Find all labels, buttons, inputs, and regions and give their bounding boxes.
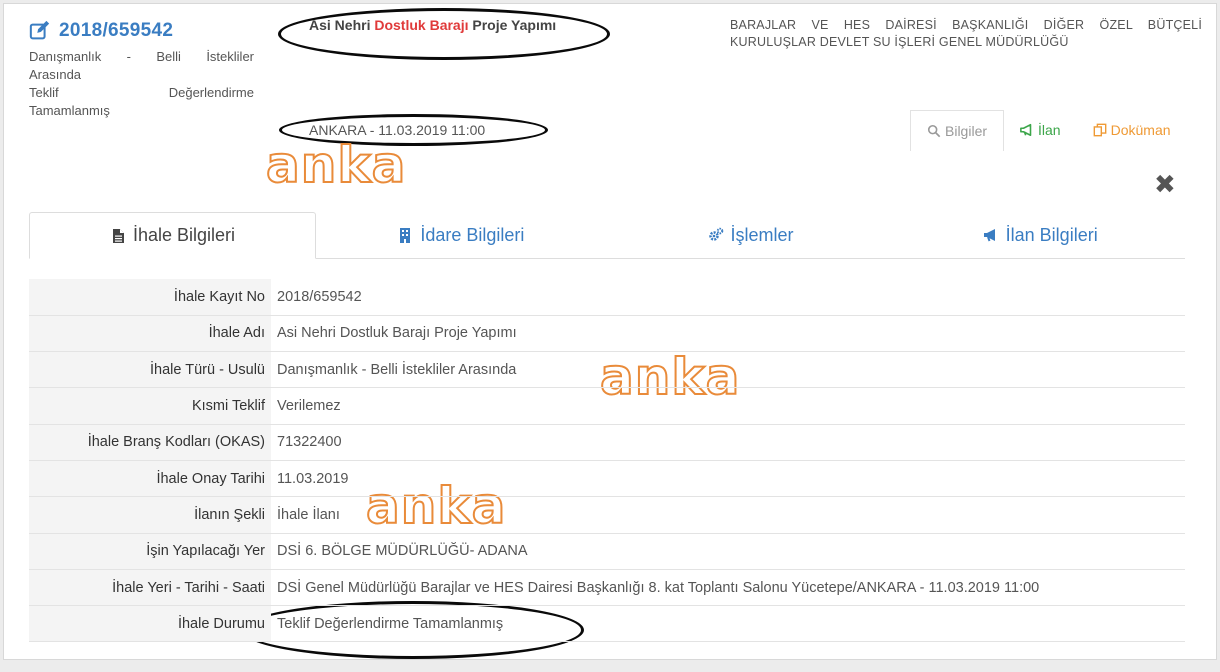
cogs-icon (708, 227, 723, 241)
row-value: 71322400 (277, 434, 342, 451)
annotation-ellipse (278, 8, 610, 60)
bullhorn-icon (983, 229, 995, 242)
tender-detail-tabs: İhale Bilgileri İdare Bilgileri İşlemler… (29, 212, 1185, 259)
row-value: İhale İlanı (277, 506, 340, 523)
registration-number[interactable]: 2018/659542 (59, 20, 173, 42)
tab-islemler[interactable]: İşlemler (606, 212, 896, 258)
mini-tab-dokuman-label: Doküman (1110, 122, 1171, 138)
table-row: İhale Türü - Usulü Danışmanlık - Belli İs… (29, 351, 1185, 388)
detail-mini-tabs: Bilgiler İlan Doküman (910, 110, 1187, 151)
tab-islemler-label: İşlemler (730, 224, 794, 245)
table-row: İhale Branş Kodları (OKAS) 71322400 (29, 424, 1185, 461)
header-summary: 2018/659542 Danışmanlık - Belli İsteklil… (29, 20, 254, 120)
row-key: İhale Yeri - Tarihi - Saati (29, 569, 271, 606)
row-key: İlanın Şekli (29, 496, 271, 534)
row-value: 2018/659542 (277, 288, 362, 305)
tender-card: 2018/659542 Danışmanlık - Belli İsteklil… (3, 3, 1217, 660)
row-key: İhale Kayıt No (29, 279, 271, 316)
tab-ihale-bilgileri[interactable]: İhale Bilgileri (29, 212, 316, 259)
tab-ihale-bilgileri-label: İhale Bilgileri (132, 225, 236, 245)
table-row: İhale Adı Asi Nehri Dostluk Barajı Proje … (29, 315, 1185, 352)
tab-idare-bilgileri[interactable]: İdare Bilgileri (316, 212, 606, 258)
administration-name: BARAJLAR VE HES DAİRESİ BAŞKANLIĞI DİĞER… (730, 18, 1202, 49)
row-key: Kısmi Teklif (29, 387, 271, 425)
file-icon (112, 228, 124, 243)
tender-type-line1: Danışmanlık - Belli İstekliler (29, 49, 254, 64)
tender-type-line2: Arasında (29, 67, 82, 82)
tab-idare-bilgileri-label: İdare Bilgileri (420, 224, 525, 245)
close-icon[interactable]: ✖ (1154, 171, 1176, 197)
tab-ilan-bilgileri[interactable]: İlan Bilgileri (895, 212, 1185, 258)
row-value: DSİ Genel Müdürlüğü Barajlar ve HES Dair… (277, 579, 1040, 596)
row-key: İhale Adı (29, 315, 271, 352)
table-row: Kısmi Teklif Verilemez (29, 387, 1185, 425)
row-value: Danışmanlık - Belli İstekliler Arasında (277, 361, 517, 378)
edit-icon[interactable] (29, 20, 51, 42)
row-key: İhale Durumu (29, 605, 271, 642)
row-key: İşin Yapılacağı Yer (29, 533, 271, 570)
tender-status-line1: Teklif Değerlendirme (29, 85, 254, 100)
table-row: İhale Durumu Teklif Değerlendirme Tamamla… (29, 605, 1185, 642)
row-key: İhale Türü - Usulü (29, 351, 271, 388)
tender-status-line2: Tamamlanmış (29, 103, 110, 118)
mini-tab-ilan[interactable]: İlan (1004, 110, 1077, 150)
watermark: anka (265, 136, 407, 194)
table-row: İhale Yeri - Tarihi - Saati DSİ Genel Müd… (29, 569, 1185, 606)
table-row: İhale Kayıt No 2018/659542 (29, 279, 1185, 316)
row-value: Asi Nehri Dostluk Barajı Proje Yapımı (277, 325, 517, 342)
mini-tab-bilgiler[interactable]: Bilgiler (910, 110, 1005, 151)
table-row: İhale Onay Tarihi 11.03.2019 (29, 460, 1185, 497)
row-value: 11.03.2019 (277, 470, 349, 487)
table-row: İşin Yapılacağı Yer DSİ 6. BÖLGE MÜDÜRLÜĞ… (29, 533, 1185, 570)
building-icon (400, 228, 411, 243)
search-icon (927, 124, 941, 138)
row-value: Teklif Değerlendirme Tamamlanmış (277, 615, 504, 632)
row-key: İhale Onay Tarihi (29, 460, 271, 497)
copy-icon (1093, 123, 1106, 137)
row-key: İhale Branş Kodları (OKAS) (29, 424, 271, 461)
bullhorn-icon (1020, 123, 1032, 137)
tab-ilan-bilgileri-label: İlan Bilgileri (1005, 224, 1098, 245)
table-row: İlanın Şekli İhale İlanı (29, 496, 1185, 534)
mini-tab-bilgiler-label: Bilgiler (945, 123, 988, 139)
mini-tab-dokuman[interactable]: Doküman (1077, 110, 1187, 150)
row-value: DSİ 6. BÖLGE MÜDÜRLÜĞÜ- ADANA (277, 543, 528, 560)
row-value: Verilemez (277, 398, 341, 415)
tender-info-table: İhale Kayıt No 2018/659542 İhale Adı Asi N… (29, 279, 1185, 642)
mini-tab-ilan-label: İlan (1038, 122, 1061, 138)
